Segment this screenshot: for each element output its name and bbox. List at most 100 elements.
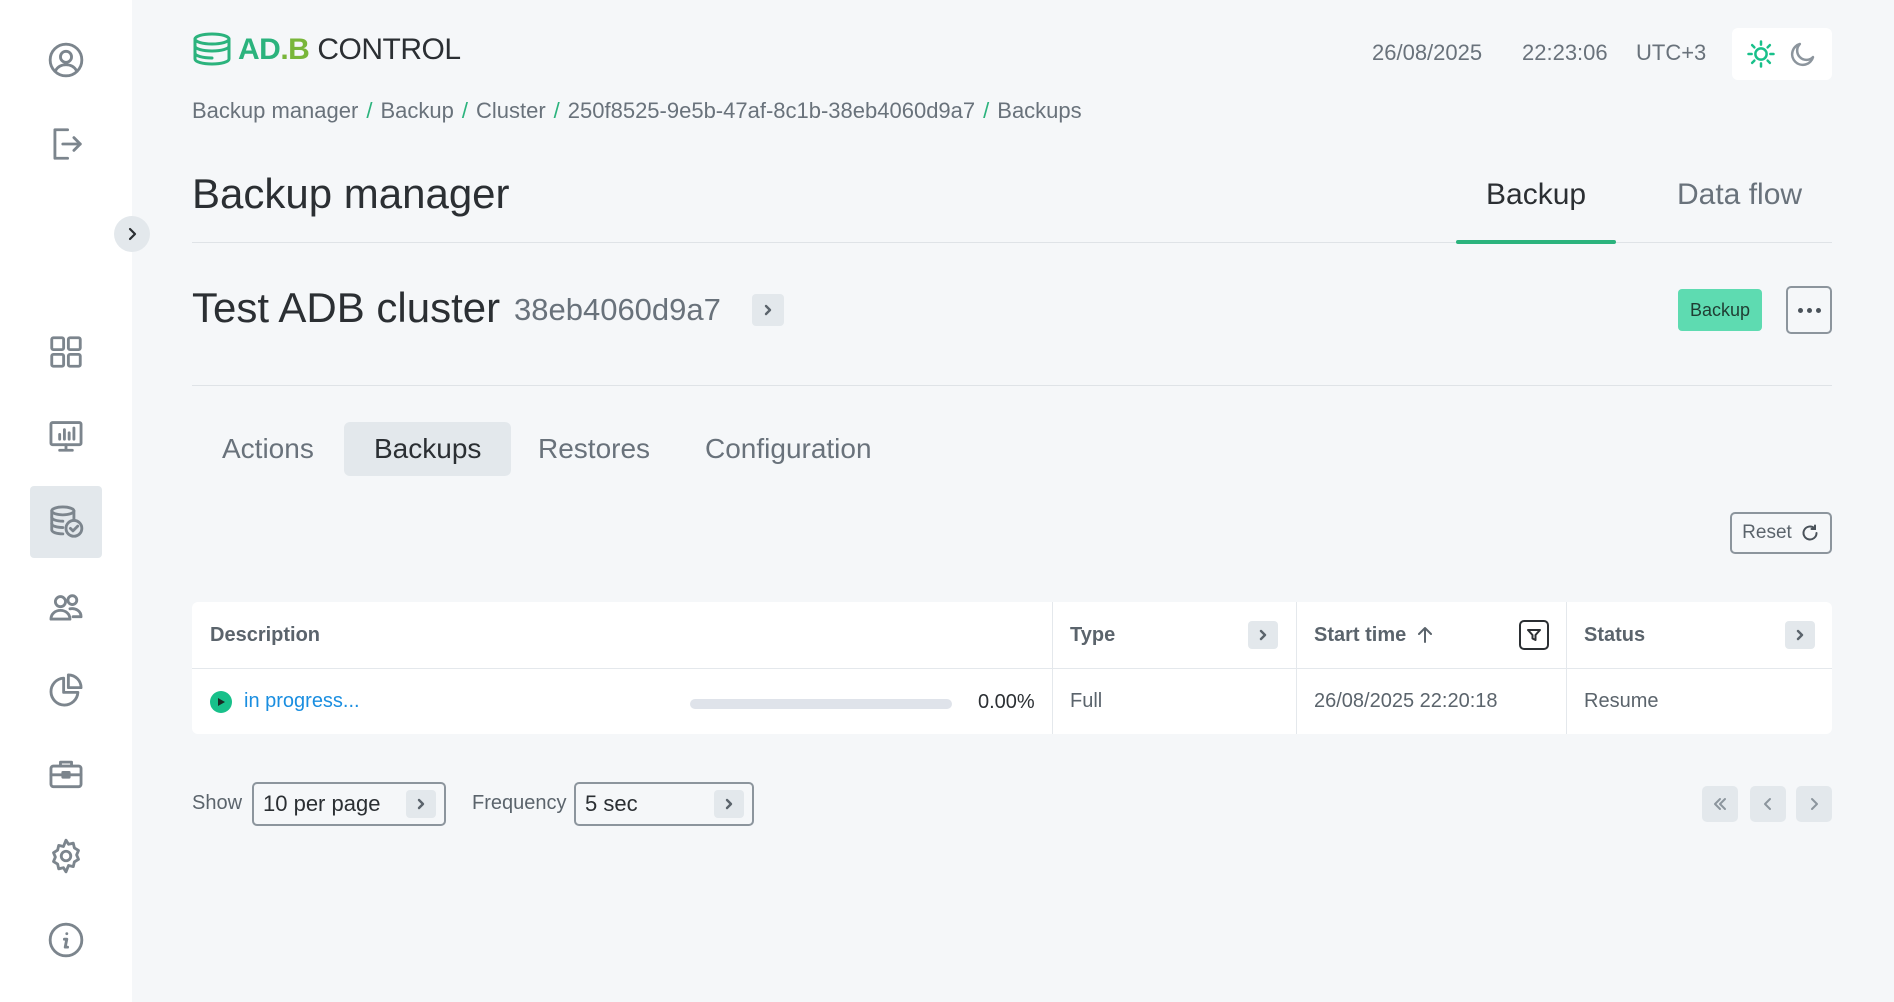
logo-wordmark: AD.B CONTROL [238, 33, 461, 67]
cluster-id: 38eb4060d9a7 [514, 292, 721, 327]
current-date: 26/08/2025 [1372, 40, 1483, 65]
backups-table: Description Type Start time Status in pr… [192, 602, 1832, 734]
table-row[interactable]: in progress... 0.00% [192, 669, 1052, 734]
play-status-icon [210, 690, 232, 713]
type-cell: Full [1070, 690, 1103, 712]
sidebar-item-backup[interactable] [30, 486, 102, 558]
status-column-expand-button[interactable] [1785, 621, 1815, 649]
dashboard-icon [50, 336, 82, 368]
reset-label: Reset [1742, 522, 1792, 543]
pie-chart-icon [49, 673, 83, 707]
start-time-cell: 26/08/2025 22:20:18 [1314, 690, 1498, 712]
page-size-select[interactable]: 10 per page [252, 782, 446, 826]
briefcase-icon [49, 760, 83, 789]
chevron-right-icon [1796, 629, 1804, 641]
show-label: Show [192, 792, 243, 814]
breadcrumb: Backup manager / Backup / Cluster / 250f8525-9… [192, 98, 1082, 124]
breadcrumb-separator: / [366, 98, 373, 123]
users-icon [49, 594, 83, 621]
breadcrumb-separator: / [553, 98, 560, 123]
page-title: Backup manager [192, 170, 510, 217]
tab-data-flow[interactable]: Data flow [1677, 178, 1802, 212]
breadcrumb-separator: / [461, 98, 468, 123]
sidebar-item-settings[interactable] [30, 820, 102, 892]
backup-database-icon [50, 505, 84, 538]
sidebar-item-dashboard[interactable] [30, 316, 102, 388]
info-icon [48, 922, 84, 958]
chevron-right-icon [1259, 629, 1267, 641]
tab-backups[interactable]: Backups [344, 422, 512, 476]
filter-button[interactable] [1519, 620, 1549, 650]
backup-button[interactable]: Backup [1678, 289, 1763, 331]
prev-page-button[interactable] [1750, 786, 1786, 822]
next-page-button[interactable] [1796, 786, 1832, 822]
app-logo[interactable]: AD.B CONTROL [192, 30, 461, 70]
column-label: Start time [1314, 623, 1407, 646]
breadcrumb-cluster-id[interactable]: 250f8525-9e5b-47af-8c1b-38eb4060d9a7 [568, 98, 975, 123]
sun-icon[interactable] [1746, 39, 1776, 69]
theme-toggle[interactable] [1732, 28, 1832, 80]
sidebar-item-monitoring[interactable] [30, 400, 102, 472]
chevron-right-icon [406, 790, 436, 818]
chevron-right-icon [764, 304, 772, 316]
column-label: Type [1070, 623, 1116, 646]
play-icon [218, 697, 225, 706]
refresh-icon [1802, 524, 1818, 541]
profile-button[interactable] [30, 24, 102, 96]
timezone: UTC+3 [1636, 40, 1707, 65]
column-header-description: Description [192, 602, 1052, 668]
cluster-name: Test ADB cluster [192, 284, 501, 331]
breadcrumb-backups: Backups [997, 98, 1082, 123]
sidebar-expand-button[interactable] [114, 216, 150, 252]
sidebar-item-reports[interactable] [30, 654, 102, 726]
column-label: Description [210, 623, 321, 646]
cluster-details-button[interactable] [752, 294, 784, 326]
tab-restores[interactable]: Restores [508, 422, 680, 476]
description-link[interactable]: in progress... [244, 690, 360, 713]
sidebar-item-users[interactable] [30, 572, 102, 644]
breadcrumb-cluster[interactable]: Cluster [476, 98, 546, 123]
tab-actions[interactable]: Actions [192, 422, 344, 476]
chevron-right-icon [1811, 798, 1818, 810]
dot [1815, 307, 1821, 313]
sidebar-item-about[interactable] [30, 904, 102, 976]
more-actions-button[interactable] [1786, 286, 1832, 334]
sidebar [0, 0, 132, 1002]
progress-text: 0.00% [978, 691, 1035, 713]
sort-ascending-icon[interactable] [1414, 624, 1436, 646]
frequency-value: 5 sec [585, 791, 638, 816]
frequency-label: Frequency [472, 792, 567, 814]
page-size-value: 10 per page [263, 791, 381, 816]
current-time: 22:23:06 [1522, 40, 1608, 65]
status-cell: Resume [1584, 690, 1659, 712]
chevron-right-icon [128, 227, 137, 241]
logo-part-control: CONTROL [317, 33, 461, 66]
filter-icon [1527, 629, 1541, 641]
frequency-select[interactable]: 5 sec [574, 782, 754, 826]
moon-icon[interactable] [1788, 39, 1818, 69]
breadcrumb-backup-manager[interactable]: Backup manager [192, 98, 358, 123]
tab-backup[interactable]: Backup [1486, 178, 1586, 212]
monitoring-icon [49, 421, 83, 452]
logo-part-b: .B [280, 33, 310, 66]
reset-button[interactable]: Reset [1730, 512, 1832, 554]
dot [1806, 307, 1812, 313]
sidebar-item-tools[interactable] [30, 738, 102, 810]
first-page-button[interactable] [1702, 786, 1738, 822]
breadcrumb-separator: / [983, 98, 990, 123]
double-chevron-left-icon [1714, 798, 1726, 810]
gear-icon [52, 838, 80, 874]
logout-icon [53, 128, 82, 160]
chevron-right-icon [714, 790, 744, 818]
chevron-left-icon [1764, 798, 1771, 810]
type-column-expand-button[interactable] [1248, 621, 1278, 649]
tab-configuration[interactable]: Configuration [675, 422, 902, 476]
breadcrumb-backup[interactable]: Backup [380, 98, 453, 123]
divider [192, 385, 1832, 386]
logo-icon [193, 32, 231, 66]
column-label: Status [1584, 623, 1646, 646]
dot [1797, 307, 1803, 313]
logout-button[interactable] [30, 108, 102, 180]
user-icon [48, 42, 84, 78]
progress-bar [690, 699, 952, 709]
